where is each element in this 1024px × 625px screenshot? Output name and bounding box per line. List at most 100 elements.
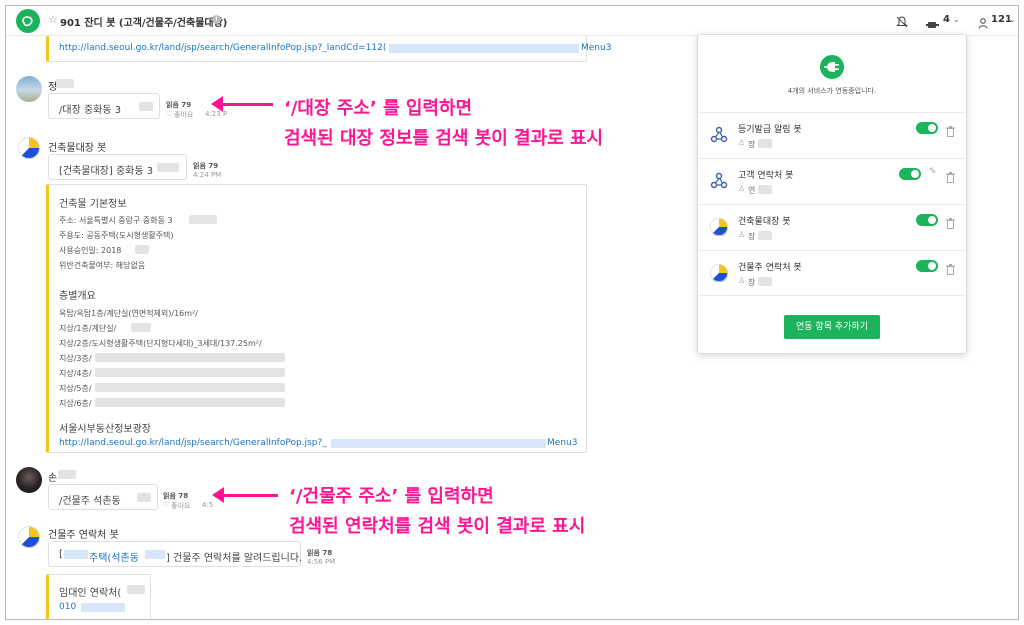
result-card: 건축물 기본정보 주소: 서울특별시 중랑구 중화동 3 주용도: 공동주택(도… — [46, 184, 587, 453]
section-title: 서울시부동산정보광장 — [59, 424, 151, 435]
link-text-tail[interactable]: Menu3 — [547, 438, 577, 448]
redacted-block — [64, 550, 88, 559]
message-link[interactable]: 주택(석촌동 — [89, 549, 139, 564]
user-icon: ♙ — [738, 230, 746, 239]
add-integration-button[interactable]: 연동 항목 추가하기 — [784, 315, 880, 339]
integration-panel: 4개의 서비스가 연동중입니다. 등기발급 알림 봇 ♙ 장 고객 연락처 봇 … — [697, 34, 967, 354]
integration-toggle[interactable] — [916, 214, 938, 226]
message-bubble[interactable]: [건축물대장] 중화동 3 — [48, 154, 187, 180]
floor-line: 지상/2층/도시형생활주택(단지형다세대)_3세대/137.25m²/ — [59, 339, 262, 348]
integration-name: 건물주 연락처 봇 — [738, 263, 802, 273]
integration-owner: 장 — [748, 140, 756, 149]
integration-item[interactable]: 건축물대장 봇 ♙ 장 — [698, 204, 966, 250]
like-icon[interactable]: ♡ — [163, 501, 169, 509]
integration-toggle[interactable] — [916, 122, 938, 134]
trash-icon[interactable] — [946, 260, 955, 275]
message-text: /대장 중화동 3 — [59, 105, 122, 116]
redacted-block — [137, 493, 151, 502]
edit-icon[interactable]: ✎ — [929, 167, 937, 177]
like-icon[interactable]: ♡ — [166, 110, 172, 118]
like-label[interactable]: 좋아요 — [174, 110, 193, 120]
message-text: ] 건물주 연락처를 알려드립니다. — [166, 553, 303, 564]
floor-line: 지상/5층/ — [59, 384, 92, 393]
floor-line: 옥탑/옥탑1층/계단실(연면적제외)/16m²/ — [59, 309, 198, 318]
integration-item[interactable]: 건물주 연락처 봇 ♙ 장 — [698, 250, 966, 296]
redacted-block — [131, 323, 151, 332]
sender-name[interactable]: 건물주 연락처 봇 — [48, 526, 119, 541]
avatar[interactable] — [16, 467, 42, 493]
chevron-down-icon[interactable]: ⌄ — [1009, 15, 1016, 24]
redacted-block — [331, 439, 546, 448]
sender-name[interactable]: 손 — [48, 469, 57, 484]
redacted-block — [758, 231, 772, 240]
app-window: ☆ 901 잔디 봇 (고객/건물주/건축물대장) i 4 ⌄ 121 ⌄ ht… — [5, 5, 1019, 620]
info-icon[interactable]: i — [212, 15, 221, 24]
integration-toggle[interactable] — [899, 168, 921, 180]
trash-icon[interactable] — [946, 214, 955, 229]
message-bubble[interactable]: [ 주택(석촌동 ] 건물주 연락처를 알려드립니다. — [48, 541, 303, 567]
message-text: [건축물대장] 중화동 3 — [59, 166, 154, 177]
like-label[interactable]: 좋아요 — [171, 501, 190, 511]
plug-icon — [820, 55, 844, 79]
chevron-down-icon[interactable]: ⌄ — [953, 15, 960, 24]
topic-header: ☆ 901 잔디 봇 (고객/건물주/건축물대장) i 4 ⌄ 121 ⌄ — [6, 6, 1018, 36]
message-bubble[interactable]: /대장 중화동 3 — [48, 93, 160, 119]
section-title: 건축물 기본정보 — [59, 199, 127, 210]
message-text-prefix: [ — [59, 549, 63, 560]
notification-off-icon[interactable] — [896, 13, 908, 32]
redacted-block — [758, 139, 772, 148]
user-icon[interactable] — [978, 14, 988, 33]
annotation-arrow — [211, 96, 273, 112]
connect-icon[interactable] — [926, 15, 940, 34]
link-text-tail[interactable]: Menu3 — [581, 43, 611, 53]
integration-name: 등기발급 알림 봇 — [738, 125, 802, 135]
trash-icon[interactable] — [946, 168, 955, 183]
app-logo-icon[interactable] — [16, 9, 40, 33]
floor-line: 지상/6층/ — [59, 399, 92, 408]
bot-avatar-icon[interactable] — [18, 137, 40, 159]
integration-owner: 장 — [748, 232, 756, 241]
integration-name: 고객 연락처 봇 — [738, 171, 794, 181]
redacted-block — [81, 603, 125, 612]
integration-status: 4개의 서비스가 연동중입니다. — [787, 87, 877, 95]
integration-item[interactable]: 등기발급 알림 봇 ♙ 장 — [698, 112, 966, 158]
annotation-arrow — [212, 487, 278, 503]
link-text[interactable]: http://land.seoul.go.kr/land/jsp/search/… — [59, 438, 327, 448]
avatar[interactable] — [16, 76, 42, 102]
redacted-block — [95, 398, 285, 407]
redacted-block — [758, 277, 772, 286]
section-title: 임대인 연락처( — [59, 588, 122, 599]
info-line: 주소: 서울특별시 중랑구 중화동 3 — [59, 216, 173, 225]
annotation-text: ‘/건물주 주소’ 를 입력하면 — [289, 486, 494, 507]
redacted-block — [127, 585, 145, 594]
bot-avatar-icon — [710, 264, 729, 283]
integration-item[interactable]: 고객 연락처 봇 ♙ 연 ✎ — [698, 158, 966, 204]
bot-avatar-icon — [710, 218, 729, 237]
integration-owner: 연 — [748, 186, 756, 195]
bot-avatar-icon[interactable] — [18, 526, 40, 548]
integrations-count[interactable]: 4 — [943, 14, 950, 25]
integration-toggle[interactable] — [916, 260, 938, 272]
link-card: http://land.seoul.go.kr/land/jsp/search/… — [46, 36, 611, 62]
redacted-block — [389, 44, 579, 53]
redacted-block — [135, 245, 149, 254]
floor-line: 지상/4층/ — [59, 369, 92, 378]
redacted-block — [95, 368, 285, 377]
integration-name: 건축물대장 봇 — [738, 217, 791, 227]
message-text: /건물주 석촌동 — [59, 496, 121, 507]
read-count: 읽음 78 — [307, 549, 333, 557]
redacted-block — [56, 79, 74, 88]
trash-icon[interactable] — [946, 122, 955, 137]
link-text[interactable]: http://land.seoul.go.kr/land/jsp/search/… — [59, 43, 386, 53]
star-icon[interactable]: ☆ — [48, 13, 58, 26]
phone-link[interactable]: 010 — [59, 602, 76, 612]
result-card: 임대인 연락처( 010 — [46, 574, 151, 619]
redacted-block — [95, 353, 285, 362]
redacted-block — [58, 470, 76, 479]
timestamp: 4:24 PM — [193, 171, 222, 179]
redacted-block — [95, 383, 285, 392]
integration-owner: 장 — [748, 278, 756, 287]
redacted-block — [189, 215, 217, 224]
message-bubble[interactable]: /건물주 석촌동 — [48, 484, 158, 510]
sender-name[interactable]: 건축물대장 봇 — [48, 139, 106, 154]
